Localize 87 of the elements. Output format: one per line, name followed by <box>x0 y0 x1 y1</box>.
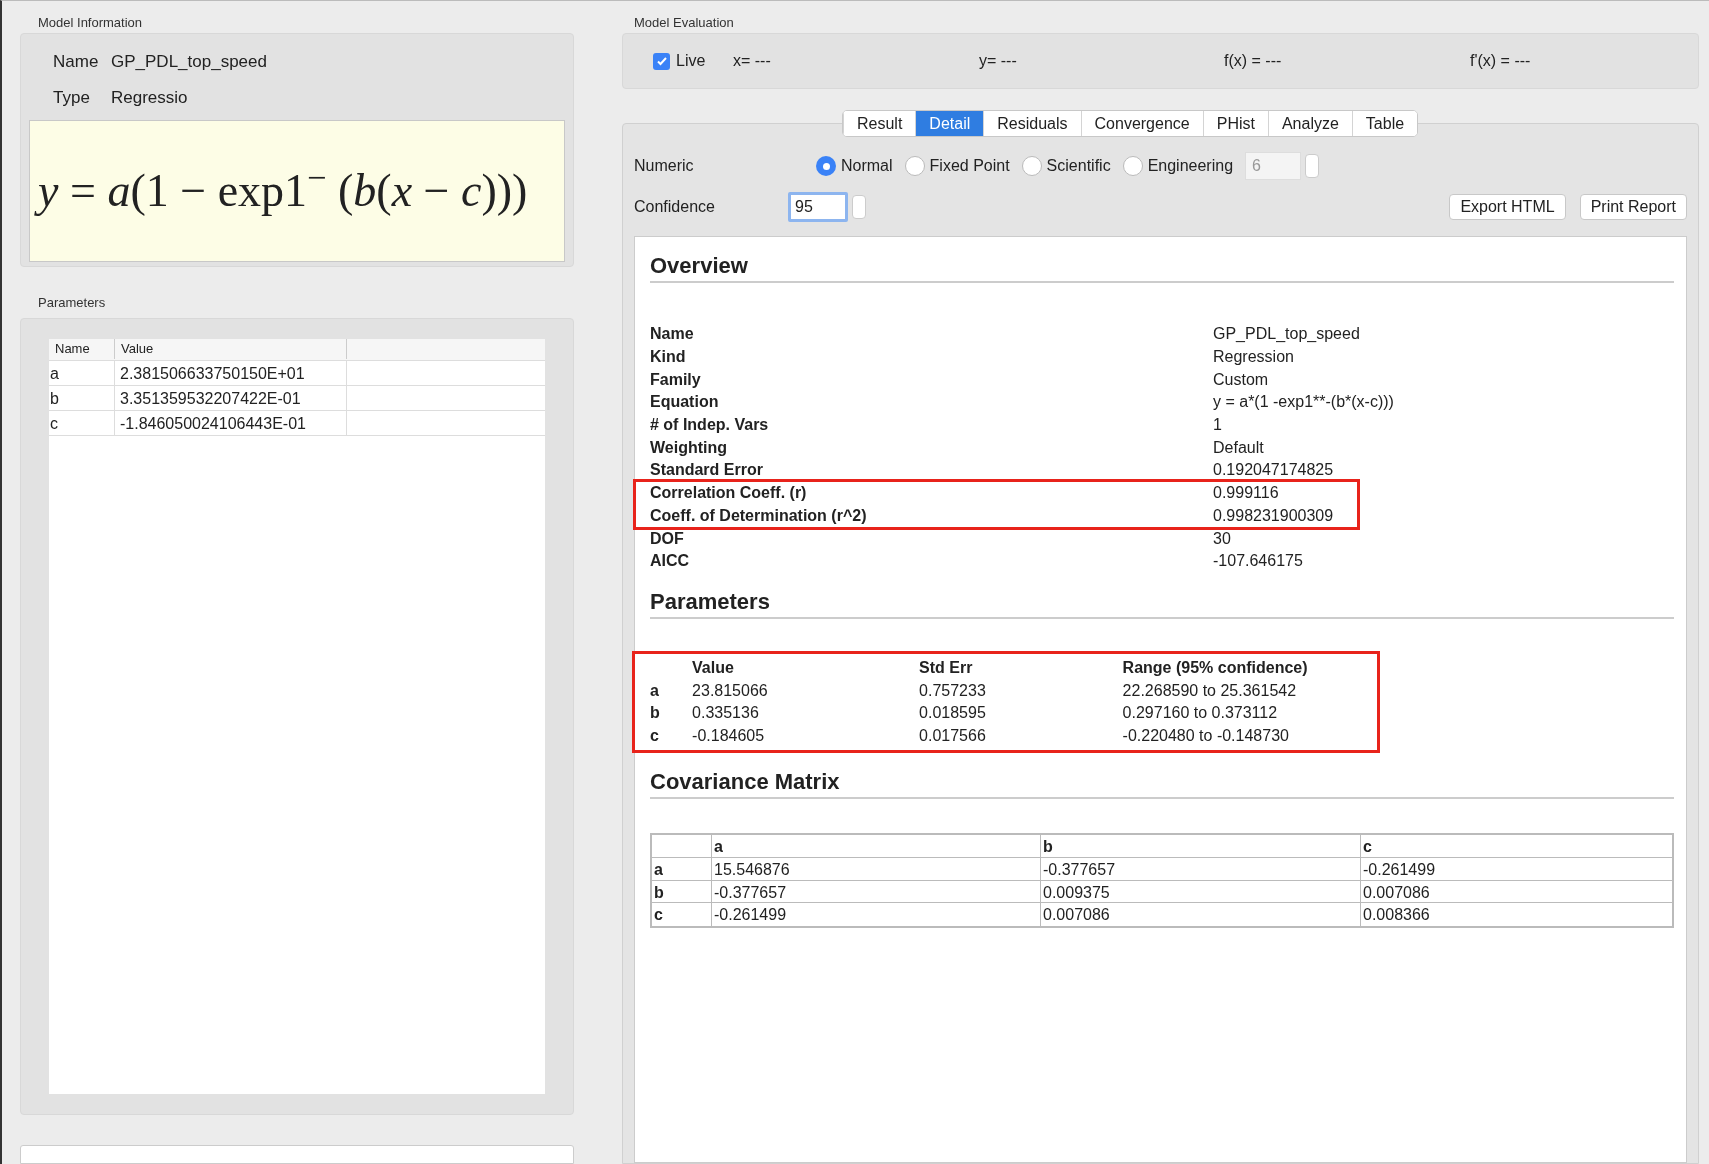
row-label: Coeff. of Determination (r^2) <box>650 505 868 526</box>
table-cell: -0.377657 <box>712 880 1041 903</box>
row-label: c <box>652 903 712 927</box>
table-cell-text: 0.297160 to 0.373112 <box>1122 703 1279 724</box>
tab[interactable]: Detail <box>915 111 984 136</box>
row-value: Regression <box>1213 347 1294 368</box>
row-label: AICC <box>650 551 691 572</box>
row-label: c <box>650 725 660 746</box>
radio-button[interactable]: Scientific <box>1021 154 1111 178</box>
table-cell: -0.377657 <box>1041 858 1361 880</box>
row-label: Name <box>650 324 695 345</box>
field-label: Name <box>52 50 100 73</box>
table-cell: -0.261499 <box>712 903 1041 927</box>
table-cell-text: 22.268590 to 25.361542 <box>1122 680 1298 701</box>
table-cell-text: 23.815066 <box>692 680 769 701</box>
row-label: Weighting <box>650 437 729 458</box>
field-value: Regressio <box>111 86 188 109</box>
readout: x= --- <box>733 51 772 71</box>
group-title: Model Evaluation <box>633 14 735 32</box>
column-header: b <box>1041 835 1361 857</box>
table-cell: c <box>49 410 115 435</box>
row-label: Kind <box>650 347 687 368</box>
section-heading: Covariance Matrix <box>650 768 841 797</box>
readout: f'(x) = --- <box>1470 51 1532 71</box>
row-label: a <box>652 858 712 880</box>
row-value: 0.999116 <box>1213 483 1279 504</box>
table-cell-text: 0.008366 <box>1362 905 1431 926</box>
table-cell-text: -0.220480 to -0.148730 <box>1122 725 1290 746</box>
column-header: Range (95% confidence) <box>1122 657 1309 678</box>
column-header: Std Err <box>919 657 974 678</box>
row-label: b <box>652 880 712 903</box>
row-label: Standard Error <box>650 460 764 481</box>
row-label: Equation <box>650 392 720 413</box>
row-label: # of Indep. Vars <box>650 415 770 436</box>
row-label: DOF <box>650 528 685 549</box>
table-cell-text: 0.017566 <box>919 725 987 746</box>
row-label: a <box>650 680 660 701</box>
field-label: Confidence <box>634 197 716 217</box>
row-value: -107.646175 <box>1213 551 1303 572</box>
table-cell: b <box>49 385 115 410</box>
column-header: a <box>712 835 1041 857</box>
table-cell-text: -0.261499 <box>1362 860 1437 880</box>
row-value: Custom <box>1213 369 1269 390</box>
table-cell: 0.007086 <box>1041 903 1361 927</box>
table-cell: 0.009375 <box>1041 880 1361 903</box>
table-cell: 2.381506633750150E+01 <box>115 360 347 385</box>
table-cell-text: 0.757233 <box>919 680 987 701</box>
table-cell-text: 0.007086 <box>1362 882 1431 903</box>
row-value: Default <box>1213 437 1264 458</box>
report-button[interactable]: Export HTML <box>1449 194 1566 220</box>
row-label: b <box>650 703 661 724</box>
column-header: Value <box>692 657 735 678</box>
row-value: 30 <box>1213 528 1231 549</box>
section-heading: Overview <box>650 252 749 280</box>
table-cell-text: 0.335136 <box>692 703 760 724</box>
row-value: 0.192047174825 <box>1213 460 1334 481</box>
field-value: GP_PDL_top_speed <box>111 50 267 73</box>
table-cell: -1.846050024106443E-01 <box>115 410 347 435</box>
row-label: Correlation Coeff. (r) <box>650 483 808 504</box>
report-button[interactable]: Print Report <box>1579 194 1687 220</box>
column-header: Name <box>49 339 115 359</box>
tab[interactable]: Table <box>1351 111 1418 136</box>
row-value: y = a*(1 -exp1**-(b*(x-c))) <box>1213 392 1394 413</box>
group-title: Parameters <box>37 293 107 312</box>
table-cell-text: -0.184605 <box>692 725 766 746</box>
field-label: Numeric <box>634 156 695 176</box>
check-icon <box>655 55 668 67</box>
row-value: GP_PDL_top_speed <box>1213 324 1360 345</box>
row-value: 1 <box>1213 415 1222 436</box>
radio-button[interactable]: Engineering <box>1122 154 1234 178</box>
readout: y= --- <box>979 51 1018 71</box>
group-title: Model Information <box>37 14 144 32</box>
table-cell: a <box>49 360 115 385</box>
readout: f(x) = --- <box>1224 51 1283 71</box>
row-label: Family <box>650 369 702 390</box>
table-cell-text: 0.018595 <box>919 703 987 724</box>
field-label: Type <box>52 86 91 109</box>
table-cell: 15.546876 <box>712 858 1041 880</box>
section-heading: Parameters <box>650 587 771 616</box>
radio-button[interactable]: Normal <box>816 154 893 178</box>
radio-button[interactable]: Fixed Point <box>904 154 1010 178</box>
row-value: 0.998231900309 <box>1213 505 1334 526</box>
table-cell: 3.351359532207422E-01 <box>115 385 347 410</box>
column-header: c <box>1362 837 1373 857</box>
confidence-field[interactable]: 95 <box>788 192 848 222</box>
column-header: Value <box>115 339 347 359</box>
live-checkbox[interactable]: Live <box>653 49 733 73</box>
